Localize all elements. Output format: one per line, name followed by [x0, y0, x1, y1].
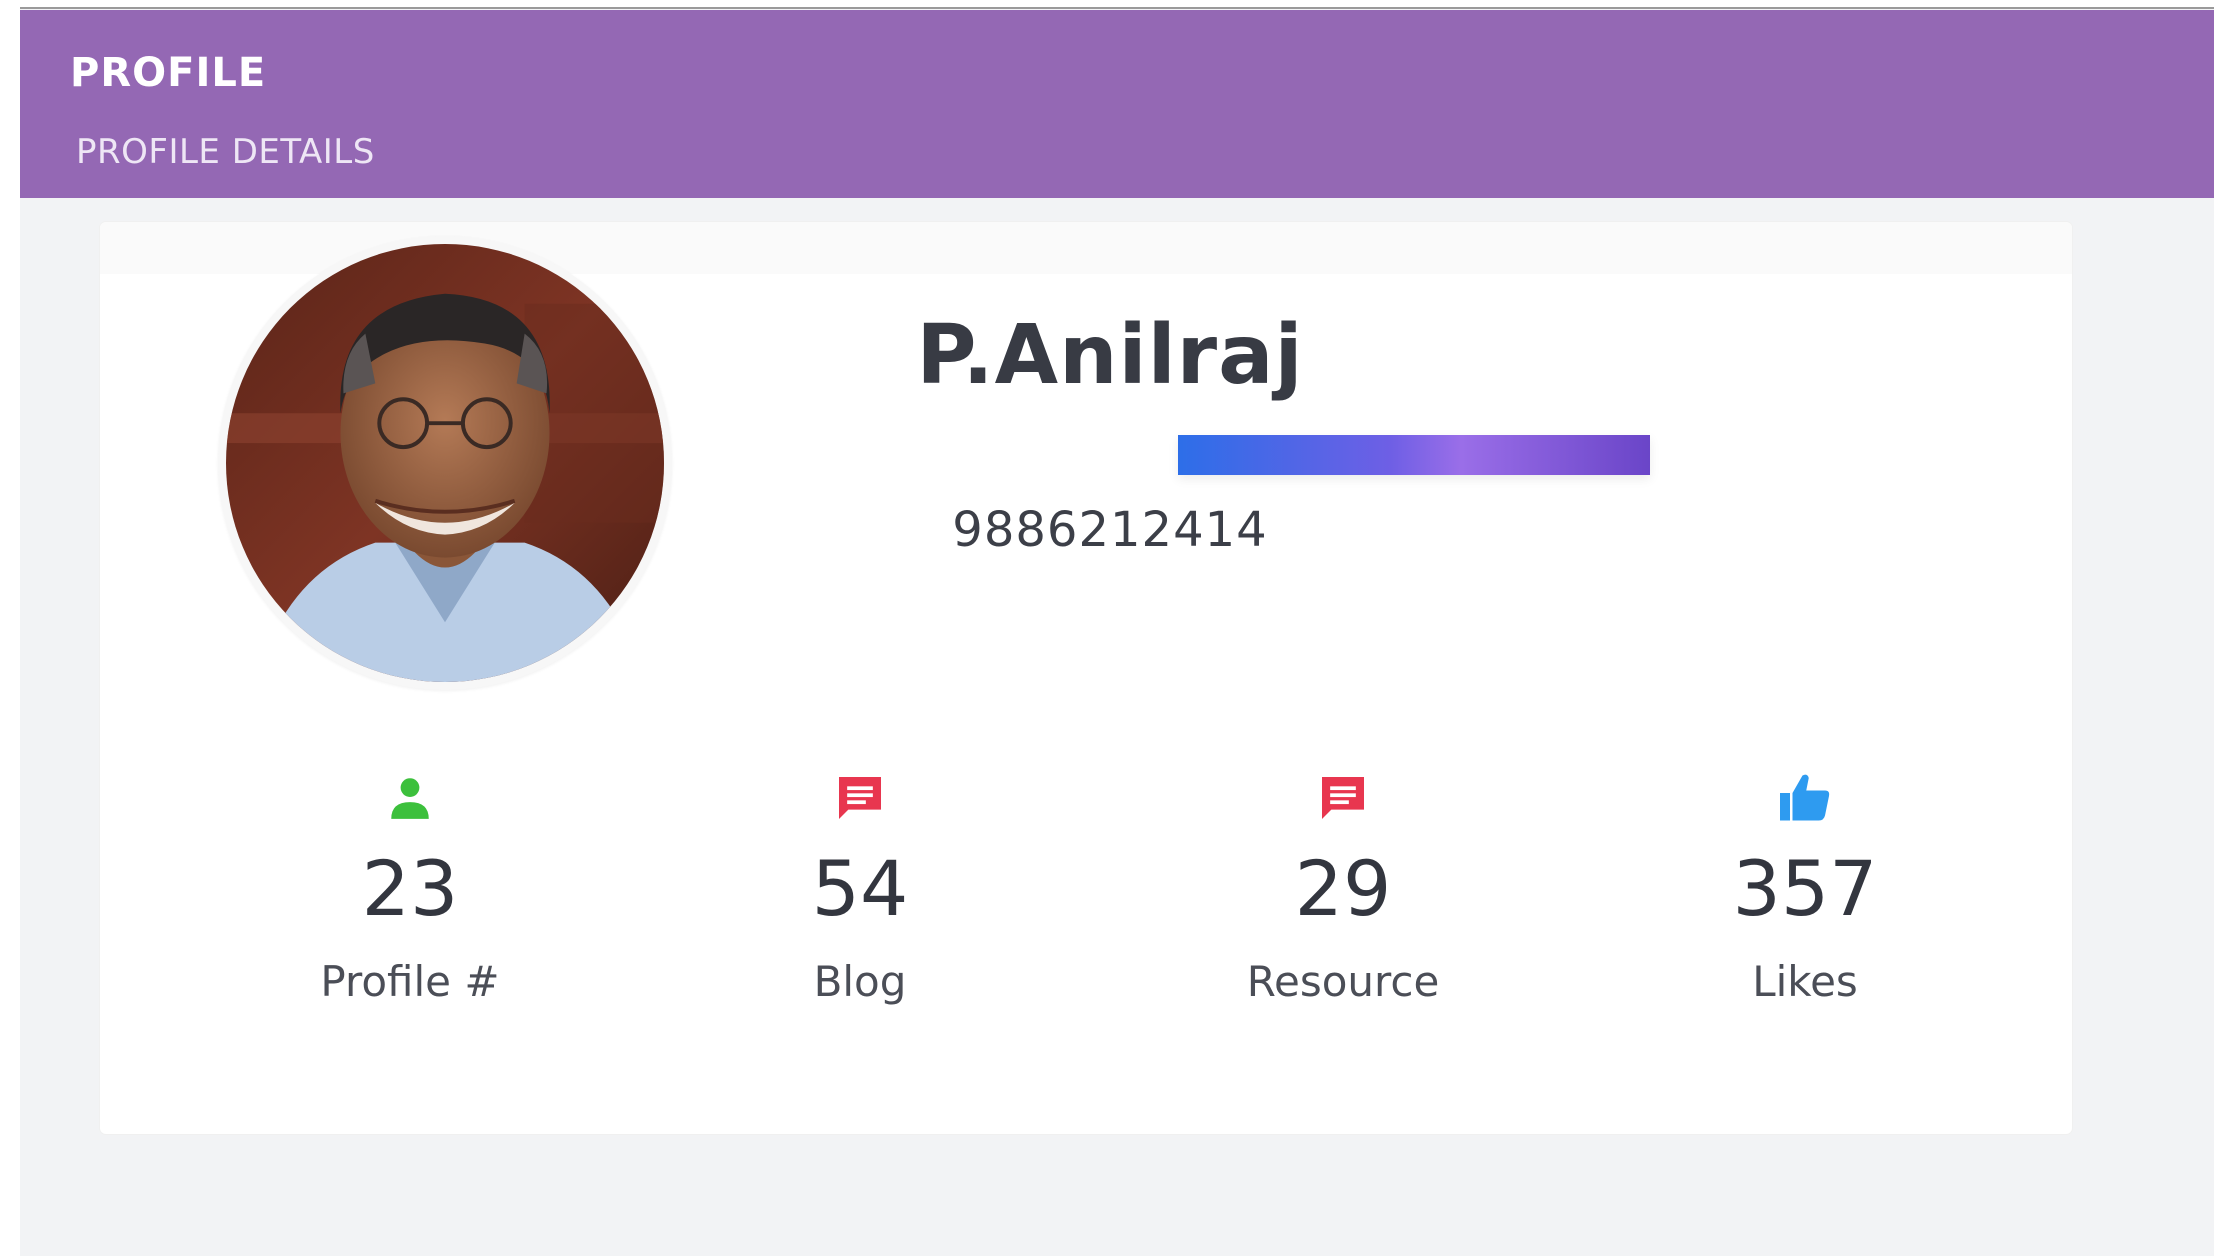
avatar [218, 236, 672, 690]
profile-photo [226, 244, 664, 682]
message-icon [1163, 767, 1523, 829]
stat-label: Profile # [320, 957, 500, 1006]
stat-value: 357 [1732, 844, 1878, 933]
stat-resource[interactable]: 29 Resource [1163, 767, 1523, 1003]
window-top-border [0, 0, 2214, 9]
stat-likes[interactable]: 357 Likes [1625, 767, 1985, 1003]
stat-label: Blog [813, 957, 907, 1006]
window-left-border [0, 0, 20, 1256]
stat-label: Likes [1752, 957, 1858, 1006]
stat-label: Resource [1246, 957, 1440, 1006]
stat-blog[interactable]: 54 Blog [680, 767, 1040, 1003]
profile-name: P.Anilraj [916, 308, 1304, 403]
stat-value: 23 [361, 844, 459, 933]
person-icon [230, 767, 590, 829]
stat-value: 29 [1294, 844, 1392, 933]
profile-card: P.Anilraj 9886212414 23 Profile # 54 Blo… [100, 222, 2072, 1134]
profile-phone: 9886212414 [952, 502, 1268, 558]
stat-profile[interactable]: 23 Profile # [230, 767, 590, 1003]
thumbs-up-icon [1625, 767, 1985, 829]
redaction-bar [1178, 435, 1650, 475]
page-header: PROFILE PROFILE DETAILS [20, 10, 2214, 198]
page-subtitle: PROFILE DETAILS [76, 132, 375, 172]
page-title: PROFILE [70, 50, 267, 96]
message-icon [680, 767, 1040, 829]
stat-value: 54 [811, 844, 909, 933]
